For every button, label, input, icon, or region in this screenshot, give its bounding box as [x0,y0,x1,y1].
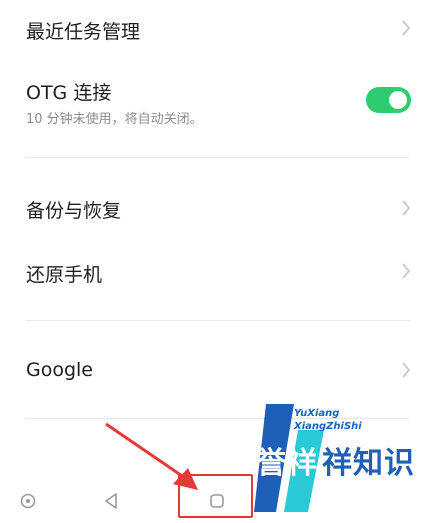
settings-item-otg[interactable]: OTG 连接 10 分钟未使用，将自动关闭。 [0,66,443,150]
chevron-right-icon [402,20,411,36]
otg-sublabel: 10 分钟未使用，将自动关闭。 [26,112,203,127]
otg-label: OTG 连接 [26,82,112,104]
watermark-line2: XiangZhiShi [294,421,362,432]
circle-dot-icon[interactable] [20,493,36,509]
settings-item-google[interactable]: Google [0,342,443,400]
watermark-brand: 誉祥 [256,446,318,481]
divider [26,320,410,321]
toggle-knob [389,91,407,109]
reset-label: 还原手机 [26,264,103,286]
watermark-line1: YuXiang [294,408,340,419]
divider [26,157,410,158]
backup-label: 备份与恢复 [26,200,122,222]
watermark-logo: YuXiang XiangZhiShi 誉祥 祥知识 [254,404,424,512]
annotation-highlight-box [178,474,253,518]
otg-toggle[interactable] [366,87,411,113]
recent-tasks-label: 最近任务管理 [26,21,141,43]
watermark-brand-rest: 祥知识 [322,446,415,481]
chevron-right-icon [402,200,411,216]
settings-item-backup[interactable]: 备份与恢复 [0,180,443,238]
settings-item-recent-tasks[interactable]: 最近任务管理 [0,0,443,58]
chevron-right-icon [402,263,411,279]
google-label: Google [26,359,94,381]
settings-item-reset[interactable]: 还原手机 [0,243,443,301]
triangle-back-icon[interactable] [103,492,119,510]
chevron-right-icon [402,362,411,378]
